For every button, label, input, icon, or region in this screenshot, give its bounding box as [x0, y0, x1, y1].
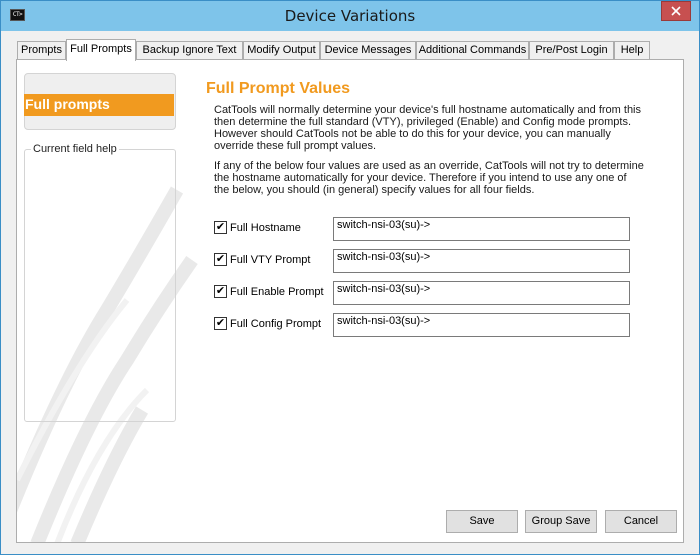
- full-config-prompt-label: Full Config Prompt: [230, 318, 322, 330]
- full-hostname-row: ✔ Full Hostname switch-nsi-03(su)->: [214, 217, 644, 241]
- tab-strip: Prompts Full Prompts Backup Ignore Text …: [17, 39, 677, 61]
- full-vty-prompt-input[interactable]: switch-nsi-03(su)->: [333, 249, 630, 273]
- full-config-prompt-row: ✔ Full Config Prompt switch-nsi-03(su)->: [214, 313, 644, 337]
- tab-help[interactable]: Help: [614, 41, 650, 59]
- sidebar-item-full-prompts[interactable]: Full prompts: [24, 94, 174, 116]
- full-hostname-checkbox[interactable]: ✔: [214, 221, 227, 234]
- current-field-help-group: Current field help: [24, 143, 176, 422]
- full-config-prompt-checkbox[interactable]: ✔: [214, 317, 227, 330]
- group-save-button[interactable]: Group Save: [525, 510, 597, 533]
- full-vty-prompt-checkbox[interactable]: ✔: [214, 253, 227, 266]
- full-enable-prompt-input[interactable]: switch-nsi-03(su)->: [333, 281, 630, 305]
- window-title: Device Variations: [284, 7, 416, 25]
- full-prompts-panel: Full prompts Current field help Full Pro…: [16, 59, 684, 543]
- tab-prompts[interactable]: Prompts: [17, 41, 66, 59]
- description-paragraph-2: If any of the below four values are used…: [214, 160, 644, 196]
- save-button[interactable]: Save: [446, 510, 518, 533]
- dialog-client-area: Prompts Full Prompts Backup Ignore Text …: [9, 31, 693, 548]
- full-enable-prompt-label: Full Enable Prompt: [230, 286, 324, 298]
- full-enable-prompt-row: ✔ Full Enable Prompt switch-nsi-03(su)->: [214, 281, 644, 305]
- description-paragraph-1: CatTools will normally determine your de…: [214, 104, 642, 152]
- current-field-help-label: Current field help: [31, 143, 119, 155]
- section-title: Full Prompt Values: [206, 80, 351, 97]
- tab-full-prompts[interactable]: Full Prompts: [66, 39, 136, 61]
- tab-backup-ignore-text[interactable]: Backup Ignore Text: [136, 41, 243, 59]
- full-vty-prompt-row: ✔ Full VTY Prompt switch-nsi-03(su)->: [214, 249, 644, 273]
- full-hostname-input[interactable]: switch-nsi-03(su)->: [333, 217, 630, 241]
- tab-device-messages[interactable]: Device Messages: [320, 41, 416, 59]
- cancel-button[interactable]: Cancel: [605, 510, 677, 533]
- tab-modify-output[interactable]: Modify Output: [243, 41, 320, 59]
- title-bar[interactable]: CT> Device Variations: [1, 1, 699, 31]
- tab-pre-post-login[interactable]: Pre/Post Login: [529, 41, 614, 59]
- full-enable-prompt-checkbox[interactable]: ✔: [214, 285, 227, 298]
- close-window-button[interactable]: [661, 1, 691, 21]
- tab-additional-commands[interactable]: Additional Commands: [416, 41, 529, 59]
- device-variations-window: CT> Device Variations Prompts Full Promp…: [0, 0, 700, 555]
- full-config-prompt-input[interactable]: switch-nsi-03(su)->: [333, 313, 630, 337]
- full-vty-prompt-label: Full VTY Prompt: [230, 254, 311, 266]
- close-icon: [671, 6, 681, 16]
- full-hostname-label: Full Hostname: [230, 222, 301, 234]
